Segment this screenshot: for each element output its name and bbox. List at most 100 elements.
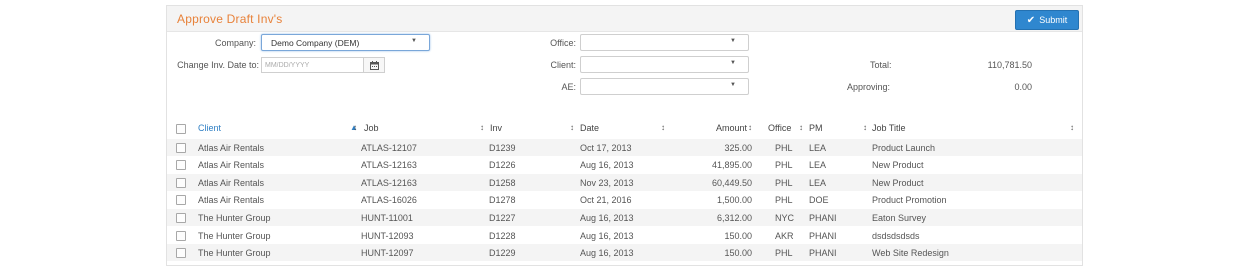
approving-value: 0.00 xyxy=(1014,82,1032,92)
sort-icon[interactable]: ↕ xyxy=(661,123,665,132)
cell-job-title: Product Launch xyxy=(872,143,936,153)
cell-pm: LEA xyxy=(809,160,827,170)
row-checkbox[interactable] xyxy=(176,160,186,170)
calendar-button[interactable] xyxy=(364,57,385,73)
company-label: Company: xyxy=(214,38,256,48)
column-client[interactable]: Client xyxy=(198,123,221,133)
cell-amount: 150.00 xyxy=(724,248,752,258)
column-amount[interactable]: Amount xyxy=(697,123,747,133)
cell-job: ATLAS-16026 xyxy=(361,195,417,205)
cell-inv: D1239 xyxy=(489,143,516,153)
cell-date: Nov 23, 2013 xyxy=(580,178,634,188)
panel-header: Approve Draft Inv's ✔ Submit xyxy=(167,6,1082,32)
cell-job: HUNT-12093 xyxy=(361,231,414,241)
caret-down-icon: ▼ xyxy=(730,82,736,88)
cell-office: PHL xyxy=(775,178,793,188)
total-value: 110,781.50 xyxy=(987,60,1032,70)
submit-label: Submit xyxy=(1039,15,1068,25)
column-date[interactable]: Date xyxy=(580,123,599,133)
column-inv[interactable]: Inv xyxy=(490,123,502,133)
row-checkbox[interactable] xyxy=(176,195,186,205)
table-row[interactable]: The Hunter Group HUNT-12093 D1228 Aug 16… xyxy=(167,227,1082,244)
cell-office: PHL xyxy=(775,195,793,205)
total-label: Total: xyxy=(870,60,892,70)
ae-select[interactable]: ▼ xyxy=(580,78,749,95)
cell-client: The Hunter Group xyxy=(198,231,271,241)
table-row[interactable]: Atlas Air Rentals ATLAS-12107 D1239 Oct … xyxy=(167,139,1082,156)
cell-client: Atlas Air Rentals xyxy=(198,160,265,170)
table-row[interactable]: Atlas Air Rentals ATLAS-12163 D1226 Aug … xyxy=(167,156,1082,173)
invoice-date-input[interactable] xyxy=(262,58,360,72)
sort-icon[interactable]: ↕ xyxy=(799,123,803,132)
row-checkbox[interactable] xyxy=(176,143,186,153)
cell-client: Atlas Air Rentals xyxy=(198,143,265,153)
cell-job: ATLAS-12163 xyxy=(361,160,417,170)
column-job[interactable]: Job xyxy=(364,123,379,133)
cell-office: PHL xyxy=(775,143,793,153)
row-checkbox[interactable] xyxy=(176,248,186,258)
table-row[interactable]: The Hunter Group HUNT-11001 D1227 Aug 16… xyxy=(167,209,1082,226)
cell-job: ATLAS-12163 xyxy=(361,178,417,188)
column-pm[interactable]: PM xyxy=(809,123,823,133)
invoice-date-field[interactable] xyxy=(261,57,364,73)
cell-office: PHL xyxy=(775,160,793,170)
sort-icon[interactable]: ↕ xyxy=(480,123,484,132)
select-all-checkbox[interactable] xyxy=(176,124,186,134)
table-row[interactable]: Atlas Air Rentals ATLAS-16026 D1278 Oct … xyxy=(167,191,1082,208)
office-label: Office: xyxy=(550,38,576,48)
column-job-title[interactable]: Job Title xyxy=(872,123,906,133)
cell-job-title: Eaton Survey xyxy=(872,213,927,223)
cell-client: Atlas Air Rentals xyxy=(198,195,265,205)
office-select[interactable]: ▼ xyxy=(580,34,749,51)
cell-amount: 6,312.00 xyxy=(716,213,752,223)
checkmark-icon: ✔ xyxy=(1026,14,1036,26)
cell-amount: 60,449.50 xyxy=(711,178,752,188)
row-checkbox[interactable] xyxy=(176,178,186,188)
cell-date: Aug 16, 2013 xyxy=(580,160,634,170)
sort-icon[interactable]: ↕ xyxy=(353,123,357,132)
row-checkbox[interactable] xyxy=(176,231,186,241)
cell-job-title: New Product xyxy=(872,160,924,170)
cell-pm: DOE xyxy=(809,195,829,205)
cell-date: Aug 16, 2013 xyxy=(580,248,634,258)
table-row[interactable]: The Hunter Group HUNT-12097 D1229 Aug 16… xyxy=(167,244,1082,261)
client-select[interactable]: ▼ xyxy=(580,56,749,73)
company-value: Demo Company (DEM) xyxy=(271,38,360,48)
cell-amount: 325.00 xyxy=(724,143,752,153)
cell-pm: LEA xyxy=(809,143,827,153)
cell-pm: LEA xyxy=(809,178,827,188)
cell-pm: PHANI xyxy=(809,213,837,223)
submit-button[interactable]: ✔ Submit xyxy=(1015,10,1079,30)
panel-title: Approve Draft Inv's xyxy=(177,12,283,26)
table-row[interactable]: Atlas Air Rentals ATLAS-12163 D1258 Nov … xyxy=(167,174,1082,191)
row-checkbox[interactable] xyxy=(176,213,186,223)
cell-pm: PHANI xyxy=(809,231,837,241)
cell-office: NYC xyxy=(775,213,795,223)
cell-date: Oct 17, 2013 xyxy=(580,143,632,153)
cell-inv: D1229 xyxy=(489,248,516,258)
caret-down-icon: ▼ xyxy=(730,38,736,44)
sort-icon[interactable]: ↕ xyxy=(1070,123,1074,132)
sort-icon[interactable]: ↕ xyxy=(748,123,752,132)
change-date-label: Change Inv. Date to: xyxy=(177,60,259,70)
calendar-icon xyxy=(369,60,379,70)
table-header: Client ▲ ↕ Job ↕ Inv ↕ Date ↕ Amount ↕ O… xyxy=(167,120,1082,138)
sort-icon[interactable]: ↕ xyxy=(863,123,867,132)
approve-draft-invoices-panel: Approve Draft Inv's ✔ Submit Company: De… xyxy=(166,5,1083,266)
cell-date: Aug 16, 2013 xyxy=(580,231,634,241)
cell-date: Aug 16, 2013 xyxy=(580,213,634,223)
ae-label: AE: xyxy=(561,82,576,92)
cell-client: The Hunter Group xyxy=(198,213,271,223)
cell-client: Atlas Air Rentals xyxy=(198,178,265,188)
cell-job-title: New Product xyxy=(872,178,924,188)
client-label: Client: xyxy=(550,60,576,70)
cell-amount: 1,500.00 xyxy=(716,195,752,205)
cell-inv: D1226 xyxy=(489,160,516,170)
column-office[interactable]: Office xyxy=(768,123,791,133)
company-select[interactable]: Demo Company (DEM) ▼ xyxy=(261,34,430,51)
sort-icon[interactable]: ↕ xyxy=(570,123,574,132)
cell-job: HUNT-11001 xyxy=(361,213,413,223)
cell-inv: D1228 xyxy=(489,231,516,241)
cell-inv: D1278 xyxy=(489,195,516,205)
cell-job-title: dsdsdsdsds xyxy=(872,231,920,241)
